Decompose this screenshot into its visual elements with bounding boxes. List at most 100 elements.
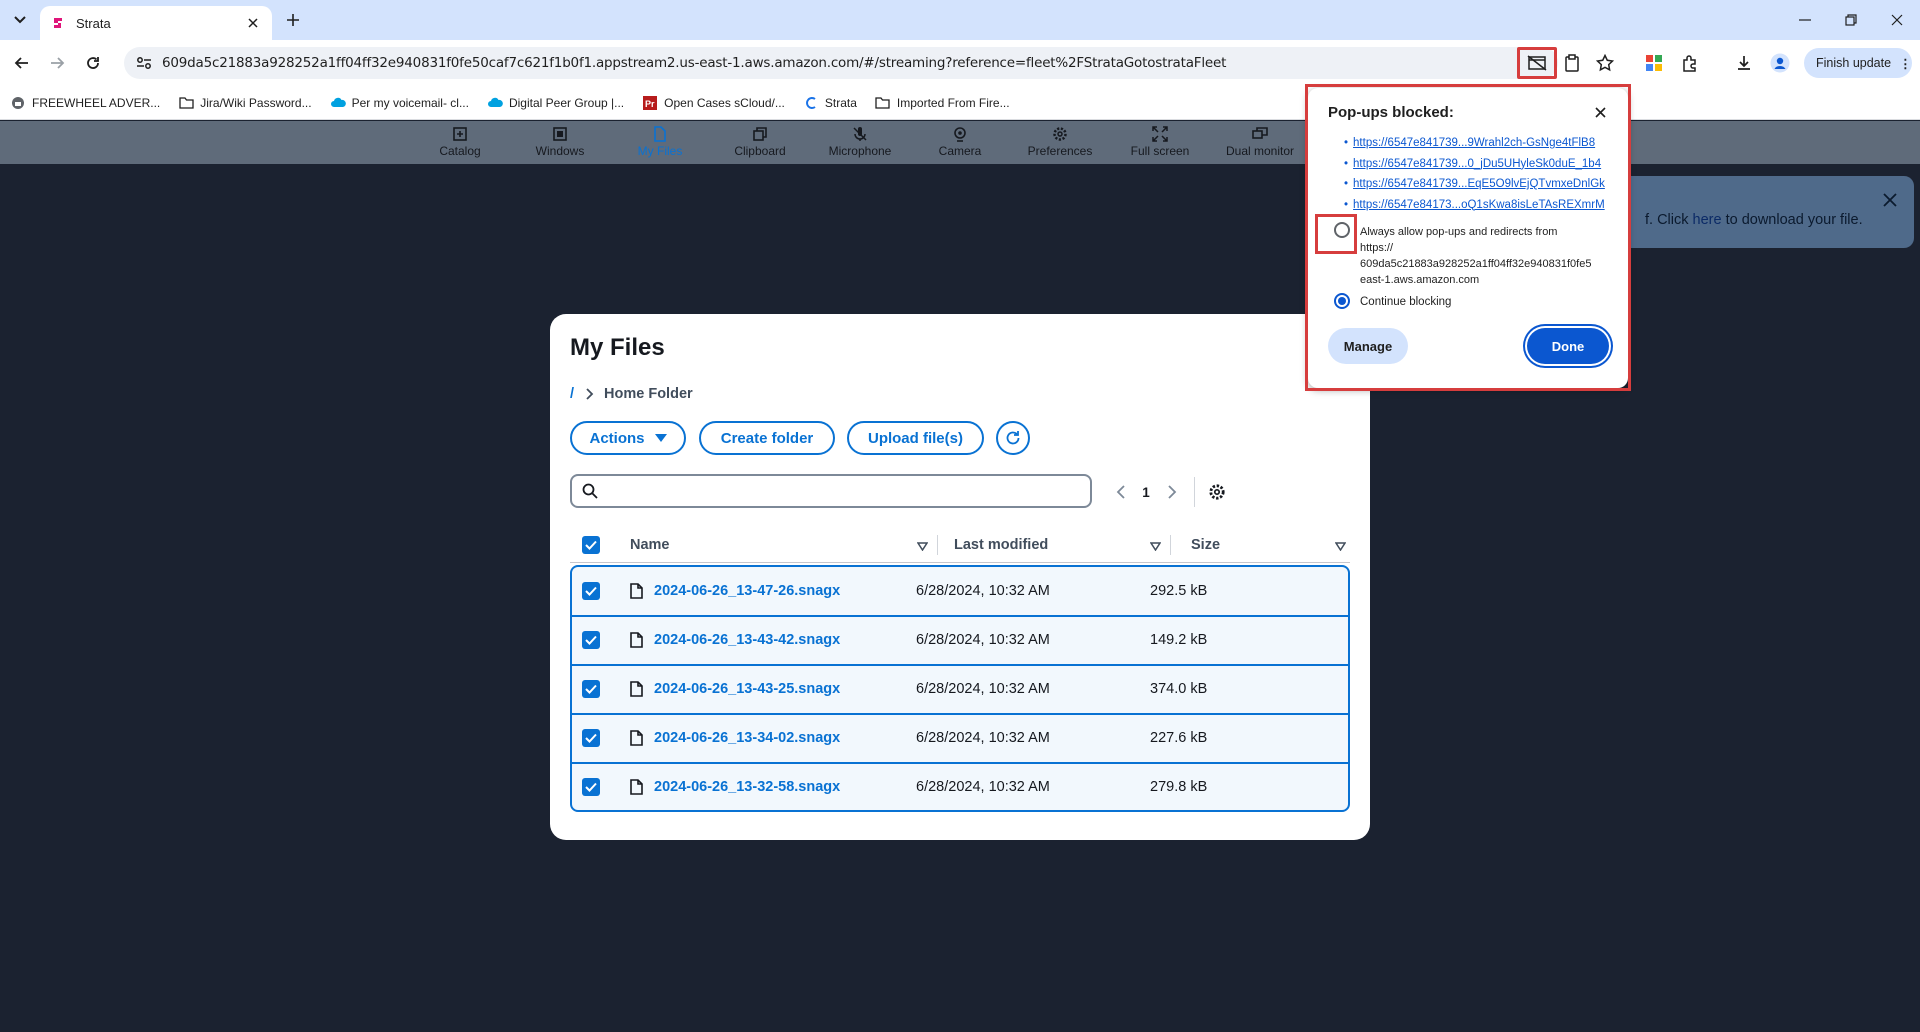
- select-all-cell: [570, 527, 610, 562]
- extensions-puzzle-icon[interactable]: [1677, 50, 1703, 76]
- search-icon: [582, 483, 598, 499]
- table-header: Name Last modified Size: [570, 527, 1350, 563]
- svg-text:Pr: Pr: [645, 99, 655, 109]
- row-checkbox[interactable]: [582, 631, 600, 649]
- bookmark-label: Per my voicemail- cl...: [351, 95, 469, 110]
- new-tab-button[interactable]: [282, 9, 304, 31]
- toolbar-microphone[interactable]: Microphone: [815, 124, 905, 162]
- bookmark-item[interactable]: Per my voicemail- cl...: [330, 95, 469, 111]
- my-files-dialog: My Files / Home Folder Actions Create fo…: [550, 314, 1370, 840]
- bookmark-item[interactable]: Jira/Wiki Password...: [178, 95, 312, 111]
- toolbar-clipboard[interactable]: Clipboard: [715, 124, 805, 162]
- settings-gear-icon[interactable]: [1203, 478, 1231, 506]
- close-window-button[interactable]: [1874, 0, 1920, 40]
- finish-update-button[interactable]: Finish update ⋮: [1804, 48, 1912, 78]
- table-row[interactable]: 2024-06-26_13-32-58.snagx 6/28/2024, 10:…: [572, 763, 1348, 810]
- files-table-body: 2024-06-26_13-47-26.snagx 6/28/2024, 10:…: [570, 565, 1350, 812]
- refresh-button[interactable]: [996, 421, 1030, 455]
- next-page-icon[interactable]: [1158, 478, 1186, 506]
- upload-label: Upload file(s): [867, 429, 963, 447]
- file-name-link[interactable]: 2024-06-26_13-34-02.snagx: [654, 730, 840, 746]
- site-icon: [10, 95, 26, 111]
- bookmark-item[interactable]: Pr Open Cases sCloud/...: [642, 95, 785, 111]
- browser-tab-strata[interactable]: Strata: [40, 6, 272, 40]
- refresh-icon: [1006, 431, 1020, 445]
- bookmark-item[interactable]: Imported From Fire...: [875, 95, 1010, 111]
- upload-files-button[interactable]: Upload file(s): [847, 421, 984, 455]
- table-row[interactable]: 2024-06-26_13-43-25.snagx 6/28/2024, 10:…: [572, 665, 1348, 714]
- toolbar-dual-monitor[interactable]: Dual monitor: [1215, 124, 1305, 162]
- search-input[interactable]: [606, 483, 1090, 499]
- dual-monitor-icon: [1252, 124, 1268, 144]
- clipboard-icon[interactable]: [1558, 49, 1586, 77]
- column-header-name[interactable]: Name: [610, 527, 938, 562]
- row-checkbox[interactable]: [582, 582, 600, 600]
- table-row[interactable]: 2024-06-26_13-47-26.snagx 6/28/2024, 10:…: [572, 567, 1348, 616]
- select-all-checkbox[interactable]: [582, 535, 600, 554]
- cloud-icon: [330, 95, 346, 111]
- window-controls: [1782, 0, 1920, 40]
- forward-button[interactable]: [44, 50, 70, 76]
- file-modified: 6/28/2024, 10:32 AM: [916, 583, 1050, 599]
- cloud-icon: [487, 95, 503, 111]
- address-bar[interactable]: 609da5c21883a928252a1ff04ff32e940831f0fe…: [124, 47, 1558, 79]
- forward-arrow-icon: [51, 57, 65, 69]
- file-name-link[interactable]: 2024-06-26_13-47-26.snagx: [654, 583, 840, 599]
- search-field[interactable]: [570, 474, 1092, 508]
- popup-icon-highlight: [1517, 47, 1557, 79]
- bookmark-item[interactable]: FREEWHEEL ADVER...: [10, 95, 160, 111]
- download-icon[interactable]: [1731, 50, 1757, 76]
- breadcrumb: / Home Folder: [570, 386, 693, 402]
- bookmark-item[interactable]: Strata: [803, 95, 857, 111]
- toolbar-label: Dual monitor: [1225, 144, 1295, 158]
- chevron-down-icon: [14, 16, 26, 24]
- profile-avatar-icon[interactable]: [1767, 50, 1793, 76]
- create-folder-label: Create folder: [720, 429, 814, 447]
- page-title: My Files: [570, 334, 665, 361]
- sort-caret-icon: [1334, 539, 1347, 555]
- download-here-link[interactable]: here: [1693, 212, 1722, 228]
- site-info-icon[interactable]: [134, 53, 154, 73]
- bookmark-item[interactable]: Digital Peer Group |...: [487, 95, 624, 111]
- toolbar-full-screen[interactable]: Full screen: [1115, 124, 1205, 162]
- column-header-size[interactable]: Size: [1171, 527, 1350, 562]
- close-tab-icon[interactable]: [244, 14, 262, 32]
- download-notification-text: f. Click here to download your file.: [1645, 212, 1863, 228]
- back-button[interactable]: [9, 50, 35, 76]
- create-folder-button[interactable]: Create folder: [699, 421, 835, 455]
- extension-colorful-icon[interactable]: [1641, 50, 1667, 76]
- breadcrumb-root[interactable]: /: [570, 386, 574, 402]
- minimize-button[interactable]: [1782, 0, 1828, 40]
- file-name-link[interactable]: 2024-06-26_13-43-25.snagx: [654, 681, 840, 697]
- restore-button[interactable]: [1828, 0, 1874, 40]
- toolbar-catalog[interactable]: Catalog: [415, 124, 505, 162]
- toolbar-windows[interactable]: Windows: [515, 124, 605, 162]
- file-name-link[interactable]: 2024-06-26_13-32-58.snagx: [654, 779, 840, 795]
- toolbar-label: Clipboard: [734, 144, 786, 158]
- fullscreen-icon: [1152, 124, 1168, 144]
- close-icon[interactable]: [1878, 188, 1902, 212]
- previous-page-icon[interactable]: [1106, 478, 1134, 506]
- column-header-last-modified[interactable]: Last modified: [938, 527, 1171, 562]
- toolbar-preferences[interactable]: Preferences: [1015, 124, 1105, 162]
- radio-highlight-box: [1315, 214, 1357, 254]
- file-name-link[interactable]: 2024-06-26_13-43-42.snagx: [654, 632, 840, 648]
- toolbar-label: Full screen: [1130, 144, 1190, 158]
- row-checkbox[interactable]: [582, 680, 600, 698]
- row-checkbox[interactable]: [582, 778, 600, 796]
- current-page-number[interactable]: 1: [1134, 485, 1158, 500]
- file-icon: [628, 582, 644, 600]
- reload-button[interactable]: [80, 50, 106, 76]
- table-row[interactable]: 2024-06-26_13-43-42.snagx 6/28/2024, 10:…: [572, 616, 1348, 665]
- actions-button[interactable]: Actions: [570, 421, 686, 455]
- toolbar-my-files[interactable]: My Files: [615, 124, 705, 162]
- more-menu-icon[interactable]: ⋮: [1899, 56, 1912, 71]
- table-row[interactable]: 2024-06-26_13-34-02.snagx 6/28/2024, 10:…: [572, 714, 1348, 763]
- toolbar-label: Microphone: [828, 144, 892, 158]
- toolbar-label: Catalog: [439, 144, 481, 158]
- toolbar-camera[interactable]: Camera: [915, 124, 1005, 162]
- bookmark-star-icon[interactable]: [1591, 49, 1619, 77]
- tab-search-button[interactable]: [8, 8, 32, 32]
- catalog-icon: [452, 124, 468, 144]
- row-checkbox[interactable]: [582, 729, 600, 747]
